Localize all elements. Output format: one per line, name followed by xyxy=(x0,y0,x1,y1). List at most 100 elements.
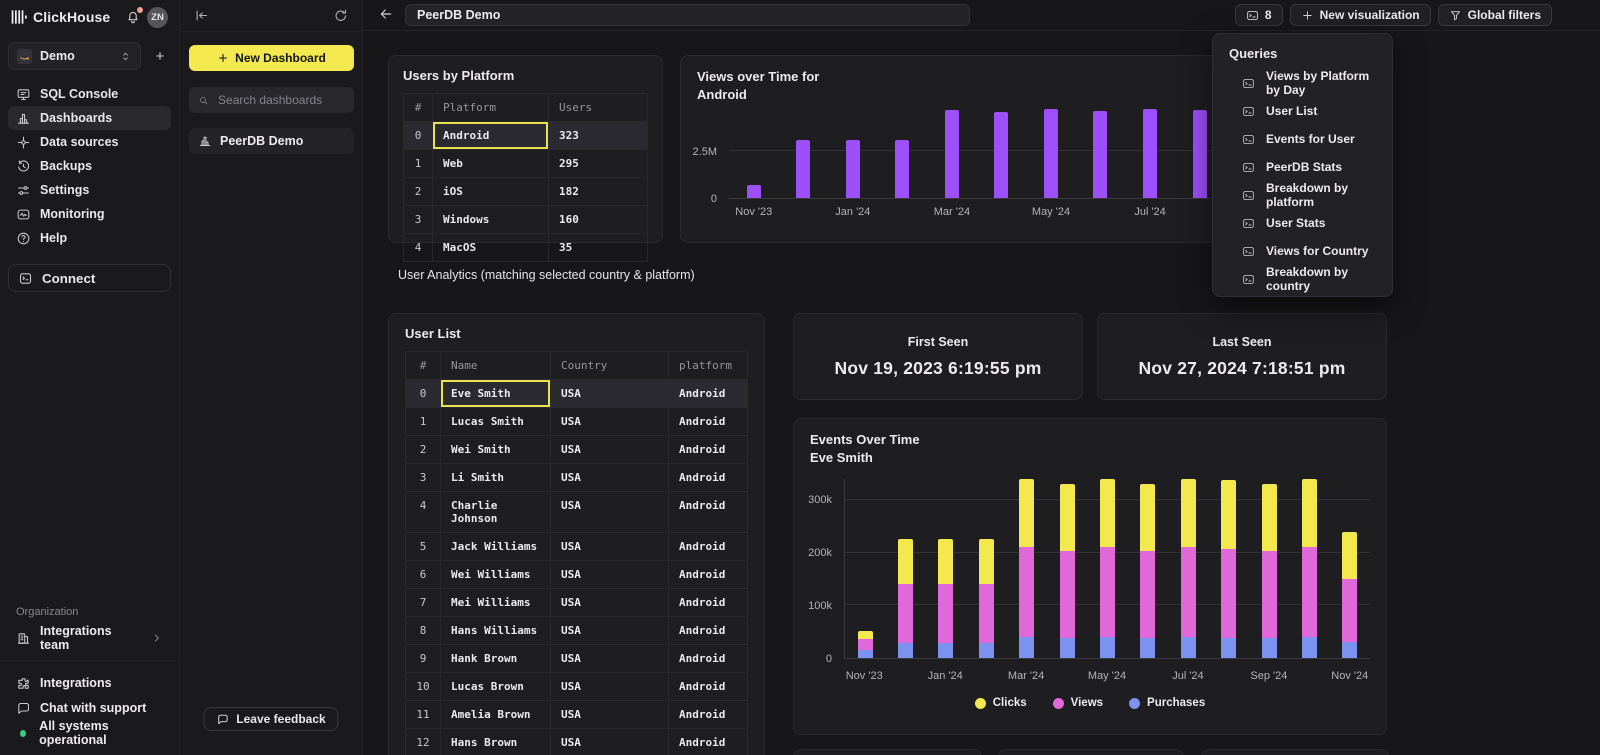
refresh-icon[interactable] xyxy=(333,8,348,23)
dashboard-title-input[interactable] xyxy=(405,4,970,26)
chart-bar[interactable] xyxy=(979,479,994,658)
collapse-panel-icon[interactable] xyxy=(194,8,209,23)
chart-bar[interactable] xyxy=(895,140,909,198)
table-row[interactable]: 1 Web 295 xyxy=(404,149,647,177)
integrations-team-item[interactable]: Integrations team xyxy=(8,626,171,650)
chart-bar[interactable] xyxy=(1019,479,1034,658)
x-axis-tick: Mar '24 xyxy=(1008,670,1044,682)
avatar[interactable]: ZN xyxy=(147,7,168,28)
dashboard-list-item[interactable]: PeerDB Demo xyxy=(189,128,354,154)
sidebar-nav-item[interactable]: Monitoring xyxy=(8,202,171,226)
chart-bar[interactable] xyxy=(1140,479,1155,658)
chart-bar[interactable] xyxy=(858,479,873,658)
query-menu-item[interactable]: PeerDB Stats xyxy=(1213,153,1392,181)
new-visualization-label: New visualization xyxy=(1320,8,1420,22)
sidebar-nav-item[interactable]: Settings xyxy=(8,178,171,202)
chart-bar[interactable] xyxy=(1302,479,1317,658)
sidebar-nav-item[interactable]: SQL Console xyxy=(8,82,171,106)
table-row[interactable]: 3 Li Smith USA Android xyxy=(406,463,747,491)
sidebar-header: ClickHouse ZN xyxy=(8,0,171,34)
table-row[interactable]: 0 Android 323 xyxy=(404,121,647,149)
column-header: Country xyxy=(550,352,668,379)
chart-bar[interactable] xyxy=(1193,110,1207,198)
x-axis-tick: May '24 xyxy=(1088,670,1126,682)
table-row[interactable]: 3 Windows 160 xyxy=(404,205,647,233)
chart-bar[interactable] xyxy=(1181,479,1196,658)
chart-bar[interactable] xyxy=(1143,109,1157,198)
new-visualization-button[interactable]: New visualization xyxy=(1290,4,1431,26)
notifications-bell-icon[interactable] xyxy=(125,9,141,25)
table-row[interactable]: 5 Jack Williams USA Android xyxy=(406,532,747,560)
query-menu-item[interactable]: User Stats xyxy=(1213,209,1392,237)
org-selector[interactable]: Demo xyxy=(8,42,141,70)
legend-dot xyxy=(1129,698,1140,709)
x-axis-tick: Mar '24 xyxy=(934,206,970,218)
table-row[interactable]: 4 MacOS 35 xyxy=(404,233,647,261)
chart-subtitle: Eve Smith xyxy=(810,449,920,467)
sidebar-nav-item[interactable]: Data sources xyxy=(8,130,171,154)
queries-count-button[interactable]: 8 xyxy=(1235,4,1283,26)
global-filters-button[interactable]: Global filters xyxy=(1438,4,1552,26)
chart-bar[interactable] xyxy=(1262,479,1277,658)
chart-bar[interactable] xyxy=(945,110,959,198)
chart-bar[interactable] xyxy=(1060,479,1075,658)
legend-item[interactable]: Views xyxy=(1053,697,1103,709)
chart-bar[interactable] xyxy=(994,112,1008,198)
chart-bar[interactable] xyxy=(1342,479,1357,658)
query-menu-item[interactable]: Views by Platform by Day xyxy=(1213,69,1392,97)
sidebar-nav-item[interactable]: Help xyxy=(8,226,171,250)
query-menu-item[interactable]: Breakdown by country xyxy=(1213,265,1392,293)
system-status-item[interactable]: All systems operational xyxy=(8,721,171,745)
sidebar-nav-item[interactable]: Dashboards xyxy=(8,106,171,130)
dashboard-item-icon xyxy=(198,134,212,148)
table-row[interactable]: 11 Amelia Brown USA Android xyxy=(406,700,747,728)
back-button[interactable] xyxy=(377,6,395,24)
table-row[interactable]: 8 Hans Williams USA Android xyxy=(406,616,747,644)
chart-bar-segment xyxy=(858,639,873,651)
query-menu-item[interactable]: Views for Country xyxy=(1213,237,1392,265)
queries-menu: Queries Views by Platform by Day User Li… xyxy=(1212,33,1393,297)
query-menu-item[interactable]: Breakdown by platform xyxy=(1213,181,1392,209)
leave-feedback-button[interactable]: Leave feedback xyxy=(203,707,338,731)
sidebar-nav-item[interactable]: Backups xyxy=(8,154,171,178)
table-row[interactable]: 6 Wei Williams USA Android xyxy=(406,560,747,588)
legend-item[interactable]: Purchases xyxy=(1129,697,1205,709)
team-icon xyxy=(16,631,31,646)
chart-bar[interactable] xyxy=(938,479,953,658)
connect-button[interactable]: Connect xyxy=(8,264,171,292)
legend-item[interactable]: Clicks xyxy=(975,697,1027,709)
chart-bar-segment xyxy=(1302,479,1317,547)
clickhouse-logo xyxy=(11,9,27,25)
table-row[interactable]: 9 Hank Brown USA Android xyxy=(406,644,747,672)
query-item-label: PeerDB Stats xyxy=(1266,160,1342,174)
chat-with-support-item[interactable]: Chat with support xyxy=(8,696,171,720)
table-row[interactable]: 1 Lucas Smith USA Android xyxy=(406,407,747,435)
first-seen-value: Nov 19, 2023 6:19:55 pm xyxy=(835,358,1042,379)
search-dashboards-input[interactable] xyxy=(216,92,345,108)
add-service-button[interactable]: + xyxy=(149,42,171,70)
table-row[interactable]: 2 Wei Smith USA Android xyxy=(406,435,747,463)
table-row[interactable]: 4 Charlie Johnson USA Android xyxy=(406,491,747,532)
query-menu-item[interactable]: Events for User xyxy=(1213,125,1392,153)
chart-bar[interactable] xyxy=(1221,479,1236,658)
chart-bar[interactable] xyxy=(1100,479,1115,658)
chart-bar[interactable] xyxy=(898,479,913,658)
table-row[interactable]: 10 Lucas Brown USA Android xyxy=(406,672,747,700)
query-menu-item[interactable]: User List xyxy=(1213,97,1392,125)
chart-bar[interactable] xyxy=(796,140,810,198)
table-row[interactable]: 2 iOS 182 xyxy=(404,177,647,205)
chart-legend: Clicks Views Purchases xyxy=(794,697,1386,709)
chart-bar[interactable] xyxy=(846,140,860,198)
chart-bar-segment xyxy=(938,539,953,584)
new-dashboard-button[interactable]: New Dashboard xyxy=(189,45,354,71)
table-row[interactable]: 12 Hans Brown USA Android xyxy=(406,728,747,755)
integrations-item[interactable]: Integrations xyxy=(8,671,171,695)
chart-bar[interactable] xyxy=(747,185,761,198)
table-row[interactable]: 0 Eve Smith USA Android xyxy=(406,379,747,407)
table-row[interactable]: 7 Mei Williams USA Android xyxy=(406,588,747,616)
nav-item-icon xyxy=(16,111,31,126)
chart-bar[interactable] xyxy=(1044,109,1058,198)
chart-bar[interactable] xyxy=(1093,111,1107,198)
chart-bar-segment xyxy=(979,584,994,643)
partial-card xyxy=(1201,749,1389,755)
